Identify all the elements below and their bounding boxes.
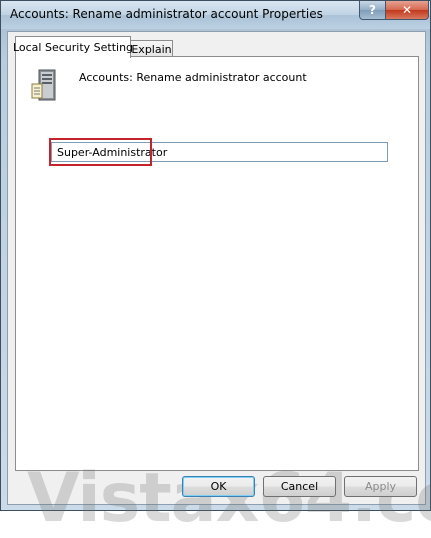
help-icon: ? bbox=[369, 3, 376, 17]
tab-panel: Accounts: Rename administrator account V… bbox=[15, 56, 431, 538]
window-title: Accounts: Rename administrator account P… bbox=[10, 7, 323, 21]
apply-button[interactable]: Apply bbox=[344, 476, 417, 497]
highlight-annotation bbox=[49, 138, 152, 166]
close-icon: ✕ bbox=[401, 3, 413, 17]
properties-window: Accounts: Rename administrator account P… bbox=[0, 0, 431, 538]
tab-local-security-setting[interactable]: Local Security Setting bbox=[13, 36, 133, 58]
help-button[interactable]: ? bbox=[359, 1, 386, 20]
dialog-client-area: Local Security Setting Explain Accounts:… bbox=[7, 31, 431, 538]
cancel-button[interactable]: Cancel bbox=[263, 476, 336, 497]
watermark-text: Vistax64.com bbox=[27, 459, 431, 538]
title-bar[interactable]: Accounts: Rename administrator account P… bbox=[1, 1, 430, 29]
policy-name-label: Accounts: Rename administrator account bbox=[79, 71, 307, 84]
ok-button[interactable]: OK bbox=[182, 476, 255, 497]
server-icon bbox=[31, 69, 56, 101]
close-button[interactable]: ✕ bbox=[385, 1, 429, 20]
